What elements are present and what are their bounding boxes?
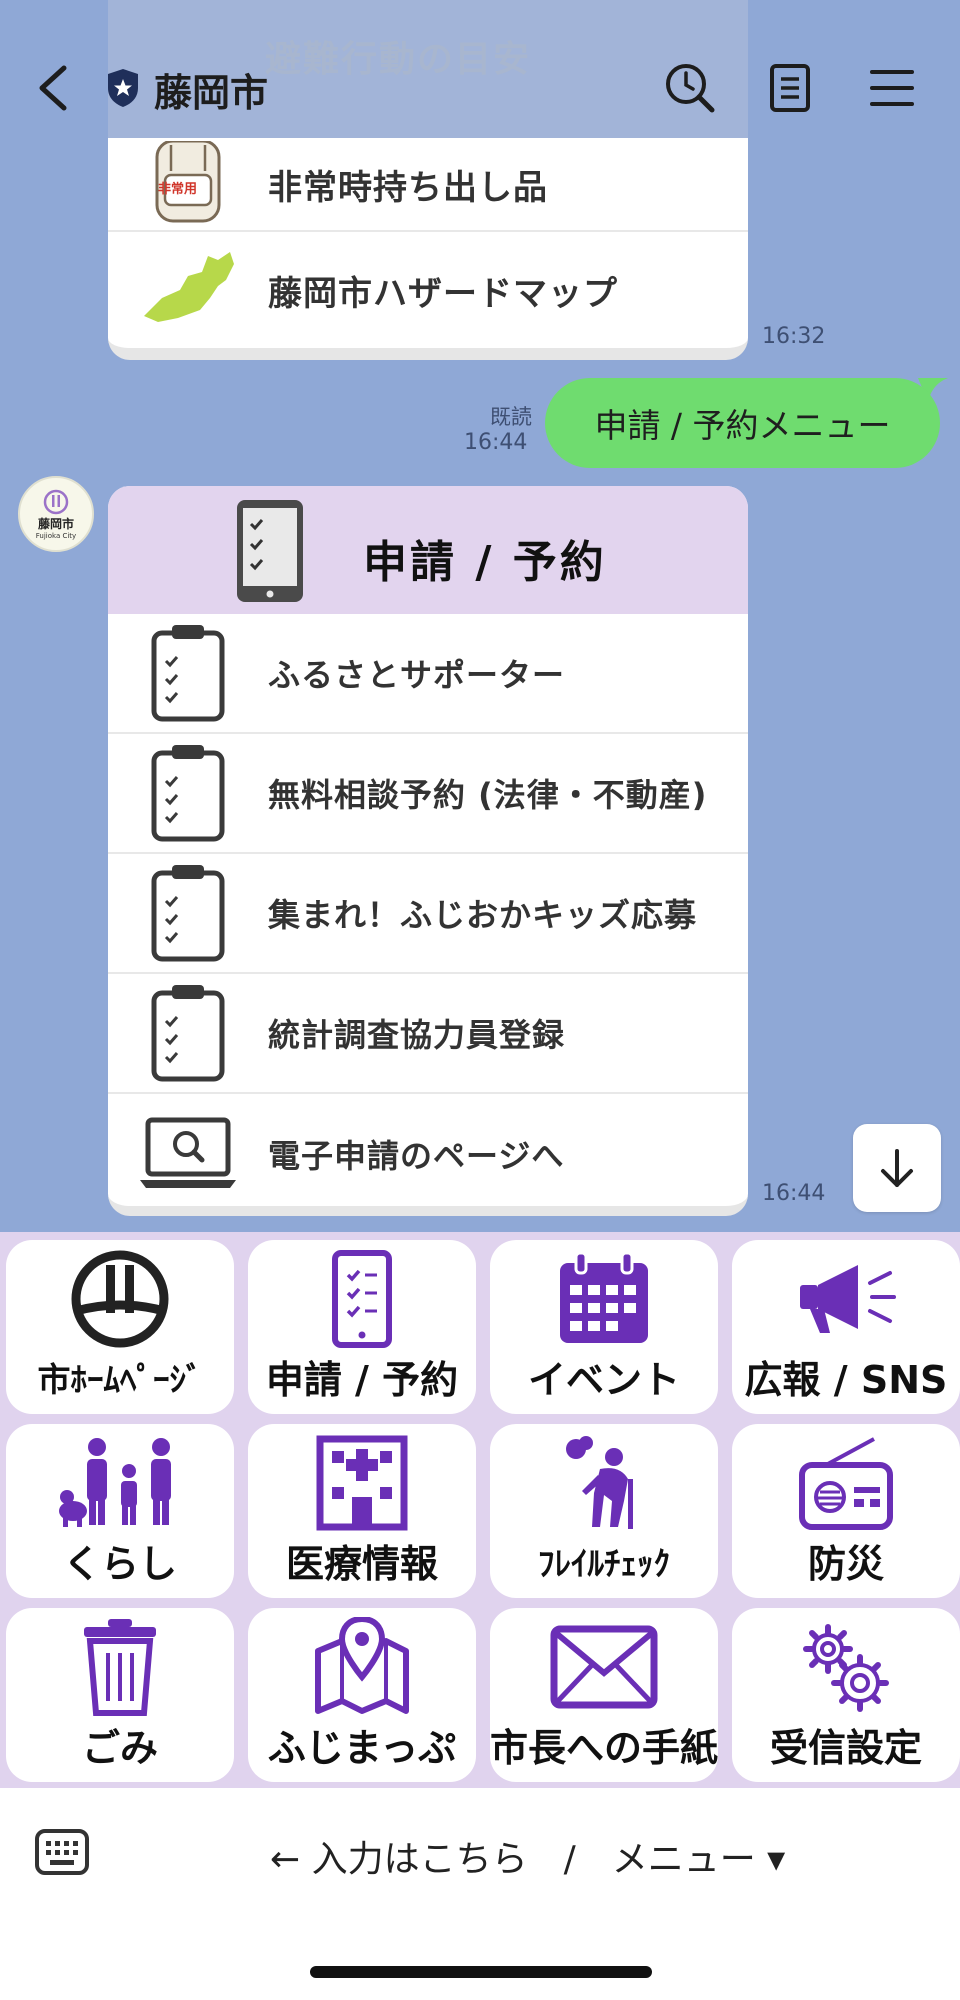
- scroll-to-bottom-button[interactable]: [853, 1124, 941, 1212]
- tile-label: イベント: [527, 1358, 680, 1402]
- map-pin-icon: [248, 1608, 476, 1726]
- elderly-person-icon: [490, 1424, 718, 1542]
- sent-message-bubble[interactable]: 申請 / 予約メニュー: [545, 378, 940, 468]
- tile-label: 受信設定: [769, 1726, 922, 1770]
- chat-title: 藤岡市: [154, 71, 269, 115]
- tile-label: くらし: [62, 1542, 177, 1586]
- tile-disaster-prevention[interactable]: 防災: [732, 1424, 960, 1598]
- city-emblem-small-icon: [43, 489, 69, 514]
- rich-menu-toggle[interactable]: ← 入力はこちら / メニュー ▾: [270, 1830, 785, 1882]
- list-item-label: ふるさとサポーター: [268, 656, 566, 694]
- menu-button[interactable]: [862, 58, 922, 118]
- chevron-left-icon: [39, 65, 67, 111]
- list-item-label: 集まれ！ふじおかキッズ応募: [268, 896, 698, 934]
- avatar-name: 藤岡市: [37, 516, 74, 531]
- tile-label: 市ﾎｰﾑﾍﾟｰｼﾞ: [37, 1360, 203, 1399]
- chat-header: 藤岡市: [0, 0, 960, 178]
- calendar-icon: [490, 1240, 718, 1358]
- radio-icon: [732, 1424, 960, 1542]
- tile-label: ﾌﾚｲﾙﾁｪｯｸ: [538, 1544, 670, 1583]
- application-card: 申請 / 予約 ふるさとサポーター 無料相談予約 (法律・不動産) 集まれ！ふじ…: [108, 486, 748, 1216]
- tile-events[interactable]: イベント: [490, 1240, 718, 1414]
- tile-label: 市長への手紙: [490, 1726, 719, 1770]
- official-account-shield-icon: [108, 69, 138, 107]
- note-icon: [770, 64, 810, 112]
- tile-frailty-check[interactable]: ﾌﾚｲﾙﾁｪｯｸ: [490, 1424, 718, 1598]
- smartphone-checklist-icon: [237, 500, 303, 602]
- avatar[interactable]: 藤岡市 Fujioka City: [18, 476, 94, 552]
- home-indicator[interactable]: [310, 1966, 652, 1978]
- tile-label: 医療情報: [285, 1542, 438, 1586]
- hospital-icon: [248, 1424, 476, 1542]
- tile-fuji-map[interactable]: ふじまっぷ: [248, 1608, 476, 1782]
- sent-time: 16:44: [464, 430, 528, 455]
- read-receipt: 既読: [490, 405, 532, 429]
- arrow-down-icon: [881, 1149, 913, 1187]
- tile-application[interactable]: 申請 / 予約: [248, 1240, 476, 1414]
- list-item-label: 統計調査協力員登録: [268, 1016, 566, 1054]
- clipboard-icon: [108, 614, 268, 732]
- city-map-shape-icon: [108, 232, 268, 348]
- list-item-label: 無料相談予約 (法律・不動産): [268, 776, 708, 814]
- clipboard-icon: [108, 734, 268, 852]
- tile-city-homepage[interactable]: 市ﾎｰﾑﾍﾟｰｼﾞ: [6, 1240, 234, 1414]
- list-item-furusato-supporter[interactable]: ふるさとサポーター: [108, 614, 748, 734]
- card-title: 申請 / 予約: [363, 537, 607, 588]
- tile-living[interactable]: くらし: [6, 1424, 234, 1598]
- list-item-free-consultation[interactable]: 無料相談予約 (法律・不動産): [108, 734, 748, 854]
- tile-label: 防災: [807, 1542, 884, 1586]
- hamburger-icon: [870, 70, 914, 106]
- back-button[interactable]: [30, 58, 80, 118]
- laptop-search-icon: [108, 1094, 268, 1206]
- card-header[interactable]: 申請 / 予約: [108, 486, 748, 614]
- backpack-label: 非常用: [158, 182, 198, 197]
- rich-menu: 市ﾎｰﾑﾍﾟｰｼﾞ 申請 / 予約 イベント 広報 / SNS くらし 医療情報: [0, 1232, 960, 1788]
- gears-icon: [732, 1608, 960, 1726]
- input-bar: ← 入力はこちら / メニュー ▾: [0, 1788, 960, 2000]
- list-item-kids-application[interactable]: 集まれ！ふじおかキッズ応募: [108, 854, 748, 974]
- keyboard-button[interactable]: [34, 1828, 90, 1876]
- family-icon: [6, 1424, 234, 1542]
- list-item-label: 電子申請のページへ: [268, 1137, 565, 1175]
- tile-label: 広報 / SNS: [744, 1358, 948, 1402]
- tile-receive-settings[interactable]: 受信設定: [732, 1608, 960, 1782]
- search-button[interactable]: [660, 58, 720, 118]
- tile-medical[interactable]: 医療情報: [248, 1424, 476, 1598]
- city-emblem-icon: [6, 1240, 234, 1358]
- list-item-statistics-registration[interactable]: 統計調査協力員登録: [108, 974, 748, 1094]
- message-time: 16:32: [762, 324, 826, 349]
- smartphone-checklist-icon: [248, 1240, 476, 1358]
- list-item-hazard-map[interactable]: 藤岡市ハザードマップ: [108, 232, 748, 348]
- message-time: 16:44: [762, 1181, 826, 1206]
- tile-label: ごみ: [81, 1726, 158, 1770]
- chat-area[interactable]: 避難行動の目安 藤岡市 非常用 非常時持ち出し品 藤岡市ハザードマップ 16:3…: [0, 0, 960, 1232]
- trash-can-icon: [6, 1608, 234, 1726]
- tile-letter-to-mayor[interactable]: 市長への手紙: [490, 1608, 718, 1782]
- notes-button[interactable]: [760, 58, 820, 118]
- tile-pr-sns[interactable]: 広報 / SNS: [732, 1240, 960, 1414]
- avatar-subname: Fujioka City: [35, 531, 77, 540]
- search-clock-icon: [666, 64, 715, 113]
- tile-label: 申請 / 予約: [265, 1358, 459, 1402]
- clipboard-icon: [108, 854, 268, 972]
- list-item-label: 藤岡市ハザードマップ: [268, 273, 618, 314]
- keyboard-icon: [35, 1829, 89, 1875]
- envelope-icon: [490, 1608, 718, 1726]
- tile-label: ふじまっぷ: [267, 1726, 457, 1770]
- tile-garbage[interactable]: ごみ: [6, 1608, 234, 1782]
- megaphone-icon: [732, 1240, 960, 1358]
- clipboard-icon: [108, 974, 268, 1092]
- list-item-e-application[interactable]: 電子申請のページへ: [108, 1094, 748, 1206]
